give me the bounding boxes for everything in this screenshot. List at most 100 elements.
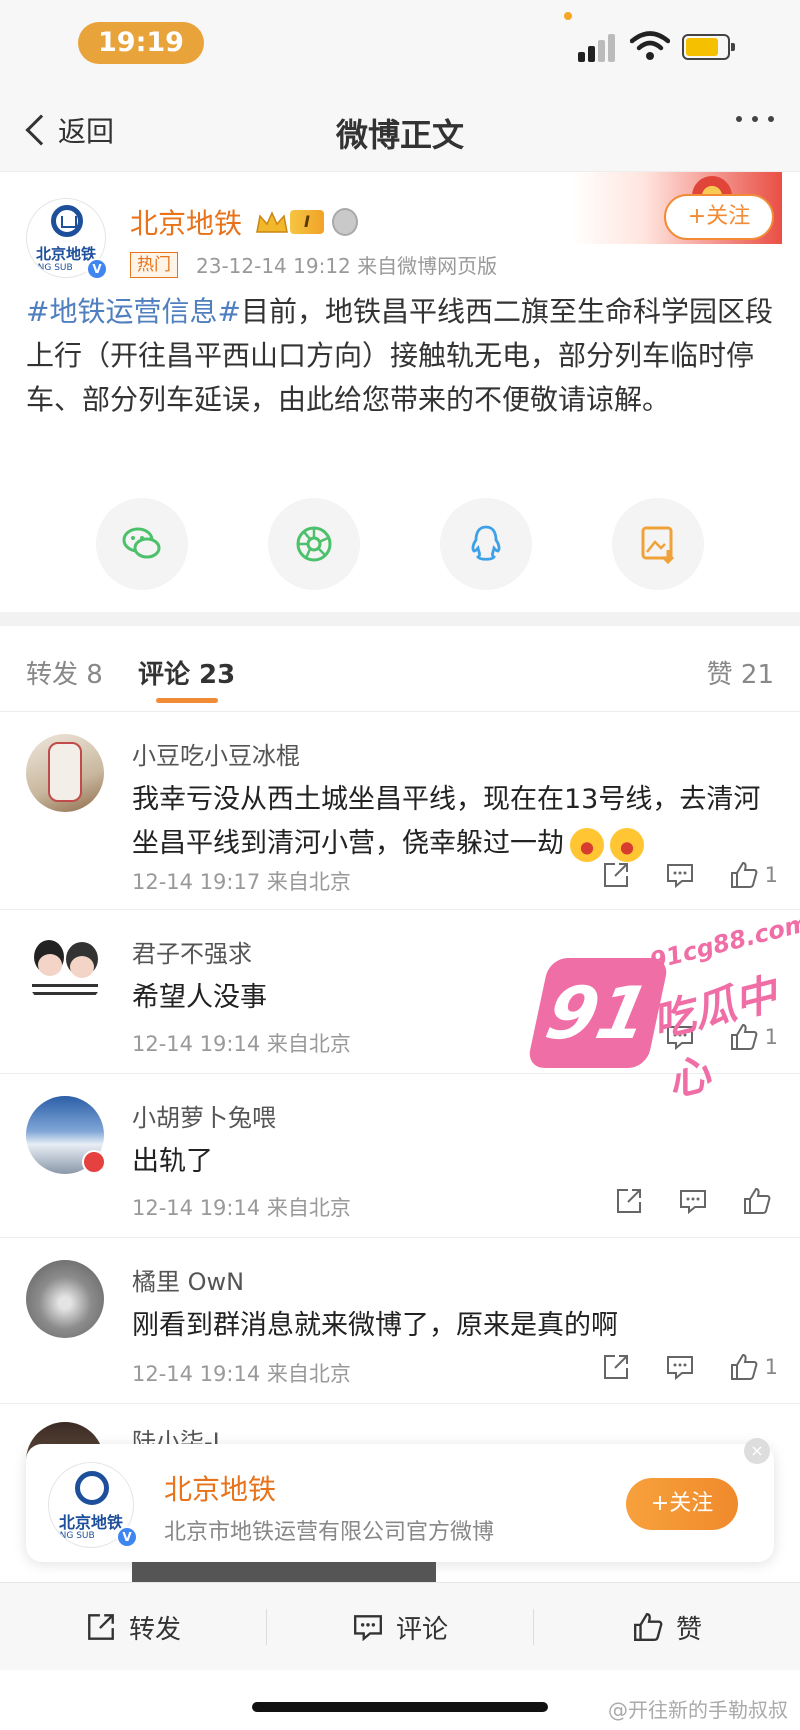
hashtag-link[interactable]: #地铁运营信息# [26, 295, 241, 328]
weibo-post: 北京地铁 ING SUB V 北京地铁 I 热门 23-12-14 19:12 … [0, 172, 800, 612]
subway-logo-icon [51, 205, 83, 237]
credit-watermark: @开往新的手勒叔叔 [608, 1698, 788, 1722]
thumbs-up-icon [730, 1353, 758, 1380]
card-description: 北京市地铁运营有限公司官方微博 [164, 1520, 495, 1545]
comment-actions: 1 [567, 860, 778, 890]
post-meta: 23-12-14 19:12 来自微博网页版 [196, 254, 498, 278]
follow-suggestion-card: × 北京地铁 ING SUB V 北京地铁 北京市地铁运营有限公司官方微博 +关… [26, 1438, 774, 1562]
comment-meta: 12-14 19:17 来自北京 [132, 870, 351, 894]
commenter-name[interactable]: 小胡萝卜兔喂 [132, 1098, 276, 1133]
member-badge-icon [82, 1150, 106, 1174]
comment-icon [354, 1615, 382, 1642]
card-name[interactable]: 北京地铁 [164, 1468, 276, 1508]
comment-icon [666, 1356, 693, 1381]
share-wechat-button[interactable] [96, 498, 188, 590]
share-icon [617, 1189, 641, 1213]
like-label: 赞 [675, 1614, 702, 1645]
cellular-signal-icon [578, 34, 618, 62]
level-badge: I [290, 210, 324, 234]
comment-share-button[interactable] [614, 1186, 644, 1216]
repost-icon [88, 1614, 114, 1640]
commenter-avatar[interactable] [26, 734, 104, 812]
share-icon [603, 1025, 628, 1049]
comment-icon [680, 1190, 706, 1215]
comment-like-button[interactable]: 1 [729, 860, 778, 890]
status-bar: 19:19 [0, 0, 800, 88]
share-qq-button[interactable] [440, 498, 532, 590]
commenter-avatar[interactable] [26, 1260, 104, 1338]
comment-reply-button[interactable] [665, 1352, 695, 1382]
save-image-button[interactable] [612, 498, 704, 590]
author-name[interactable]: 北京地铁 [130, 202, 242, 242]
comment-label: 评论 [395, 1614, 448, 1645]
comment-item: 君子不强求 希望人没事 12-14 19:14 来自北京 1 [0, 910, 800, 1074]
share-icon [603, 863, 628, 887]
repost-button[interactable]: 转发 [0, 1583, 266, 1671]
comment-icon [666, 864, 693, 889]
commenter-avatar[interactable] [26, 932, 104, 1010]
like-button[interactable]: 赞 [534, 1583, 800, 1671]
tab-likes[interactable]: 赞 21 [707, 654, 774, 691]
share-icon [603, 1355, 628, 1379]
avatar-subtext: ING SUB [35, 263, 73, 273]
comment-like-button[interactable]: 1 [729, 1352, 778, 1382]
comment-text: 刚看到群消息就来微博了，原来是真的啊 [132, 1310, 618, 1341]
comment-share-button[interactable] [601, 860, 631, 890]
image-preview-strip [132, 1562, 436, 1582]
wechat-icon [122, 527, 161, 559]
comment-meta: 12-14 19:14 来自北京 [132, 1362, 351, 1386]
battery-icon [682, 34, 735, 60]
qq-icon [471, 525, 501, 561]
follow-button[interactable]: +关注 [664, 194, 774, 240]
status-time: 19:19 [78, 22, 204, 64]
thumbs-up-icon [730, 861, 758, 888]
thumbs-up-icon [634, 1613, 663, 1641]
like-count: 1 [764, 1355, 778, 1379]
close-icon[interactable]: × [744, 1438, 770, 1464]
comment-button[interactable]: 评论 [267, 1583, 533, 1671]
avatar-subtext: ING SUB [57, 1531, 95, 1541]
comment-meta: 12-14 19:14 来自北京 [132, 1196, 351, 1220]
bottom-toolbar: 转发 评论 赞 [0, 1582, 800, 1670]
commenter-name[interactable]: 小豆吃小豆冰棍 [132, 736, 300, 771]
section-divider [0, 612, 800, 626]
comment-like-button[interactable]: 1 [729, 1022, 778, 1052]
comment-actions: 1 [567, 1022, 778, 1052]
comment-share-button[interactable] [601, 1352, 631, 1382]
commenter-name[interactable]: 君子不强求 [132, 934, 252, 969]
comment-meta: 12-14 19:14 来自北京 [132, 1032, 351, 1056]
thumbs-up-icon [744, 1187, 771, 1214]
tab-comments[interactable]: 评论 23 [138, 654, 235, 691]
share-row [0, 498, 800, 590]
privacy-dot-indicator [564, 12, 572, 20]
interaction-tabs: 转发 8 评论 23 赞 21 [0, 626, 800, 712]
nav-bar: 返回 微博正文 [0, 88, 800, 172]
comment-actions [580, 1186, 778, 1216]
comment-share-button[interactable] [601, 1022, 631, 1052]
verified-icon: V [86, 258, 108, 280]
laugh-emoji-icon [570, 827, 604, 862]
verified-icon: V [116, 1526, 138, 1548]
comment-reply-button[interactable] [665, 860, 695, 890]
thumbs-up-icon [730, 1023, 758, 1050]
repost-label: 转发 [128, 1614, 181, 1645]
share-moments-button[interactable] [268, 498, 360, 590]
like-count: 1 [764, 1025, 778, 1049]
comment-like-button[interactable] [742, 1186, 778, 1216]
comment-reply-button[interactable] [665, 1022, 695, 1052]
comment-reply-button[interactable] [678, 1186, 708, 1216]
save-image-icon [641, 526, 675, 565]
tab-repost[interactable]: 转发 8 [26, 654, 103, 691]
tab-active-indicator [156, 698, 218, 703]
post-body: #地铁运营信息#目前，地铁昌平线西二旗至生命科学园区段上行（开往昌平西山口方向）… [26, 290, 774, 422]
medal-icon [332, 208, 358, 236]
hot-tag: 热门 [130, 252, 178, 278]
subway-logo-icon [75, 1471, 109, 1505]
more-options-icon[interactable] [736, 116, 774, 122]
home-indicator[interactable] [252, 1702, 548, 1712]
comment-text: 希望人没事 [132, 982, 267, 1013]
commenter-name[interactable]: 橘里 OwN [132, 1262, 244, 1297]
comment-text: 出轨了 [132, 1146, 213, 1177]
comment-text: 我幸亏没从西土城坐昌平线，现在在13号线，去清河坐昌平线到清河小营，侥幸躲过一劫 [132, 778, 782, 866]
card-follow-button[interactable]: +关注 [626, 1478, 738, 1530]
